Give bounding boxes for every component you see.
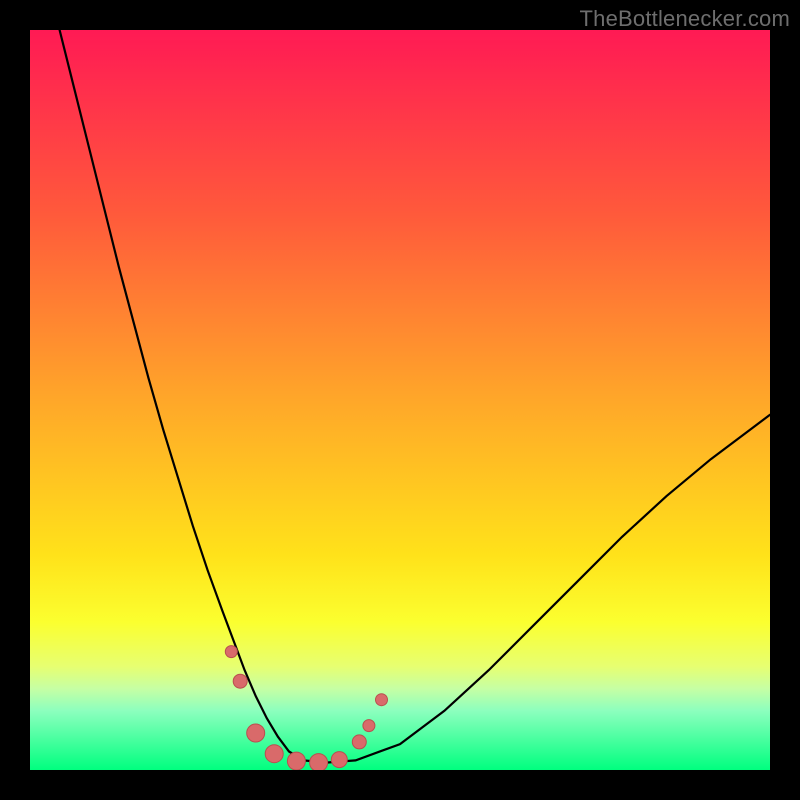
curve-marker [265,745,283,763]
curve-marker [376,694,388,706]
curve-marker [331,752,347,768]
curve-marker [247,724,265,742]
curve-marker [287,752,305,770]
curve-marker [310,754,328,770]
plot-area [30,30,770,770]
curve-layer [30,30,770,770]
curve-marker [352,735,366,749]
curve-marker [225,646,237,658]
curve-marker [233,674,247,688]
watermark-text: TheBottlenecker.com [580,6,790,32]
bottleneck-curve [60,30,770,763]
curve-markers [225,646,387,770]
curve-marker [363,720,375,732]
chart-frame: TheBottlenecker.com [0,0,800,800]
